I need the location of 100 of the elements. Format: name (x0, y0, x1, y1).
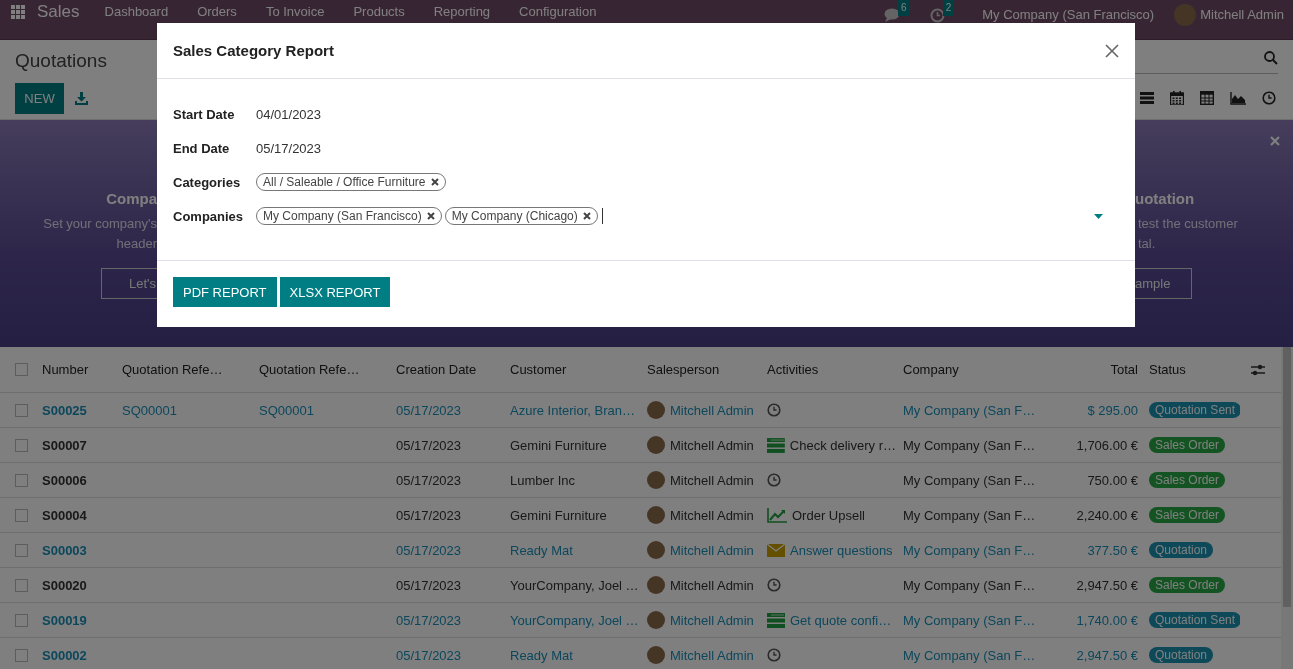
user-name[interactable]: Mitchell Admin (1200, 7, 1284, 23)
chat-icon[interactable] (884, 8, 901, 22)
table-cell-text: Gemini Furniture (509, 507, 608, 523)
salesperson-name: Mitchell Admin (670, 472, 754, 488)
table-cell-text: YourCompany, Joel … (509, 612, 640, 628)
column-header[interactable]: Salesperson (640, 362, 760, 377)
checkbox[interactable] (15, 543, 28, 557)
date-field[interactable]: 04/01/2023 (256, 106, 322, 122)
report-button[interactable]: XLSX REPORT (279, 277, 391, 307)
search-icon[interactable] (1264, 51, 1278, 65)
column-header[interactable]: Customer (503, 362, 640, 377)
clock-icon[interactable] (767, 403, 781, 417)
download-icon[interactable] (75, 92, 88, 105)
report-button[interactable]: PDF REPORT (173, 277, 277, 307)
area-chart-icon[interactable] (1230, 91, 1246, 105)
date-field[interactable]: 05/17/2023 (256, 140, 322, 156)
avatar (647, 401, 665, 419)
trend-chart-icon[interactable] (767, 507, 787, 523)
table-cell-text: My Company (San F… (902, 542, 1037, 558)
stacked-bars-icon[interactable] (767, 612, 785, 628)
avatar (647, 611, 665, 629)
caret-icon[interactable] (1094, 213, 1103, 219)
salesperson-name: Mitchell Admin (670, 507, 754, 523)
remove-icon[interactable] (582, 212, 591, 220)
tags-field[interactable]: My Company (San Francisco) My Company (Chicago) (256, 207, 1119, 225)
avatar (647, 646, 665, 664)
menu-item[interactable]: Configuration (519, 4, 597, 20)
app-name[interactable]: Sales (37, 4, 80, 20)
table-cell-text: Azure Interior, Bran… (509, 402, 636, 418)
calendar-icon[interactable] (1170, 91, 1184, 105)
table-cell-text: 05/17/2023 (395, 437, 463, 453)
menu-item[interactable]: Dashboard (104, 4, 169, 20)
checkbox[interactable] (15, 578, 28, 592)
column-header[interactable]: Number (35, 362, 115, 377)
column-header[interactable]: Company (896, 362, 1040, 377)
table-cell-text: SQ00001 (258, 402, 315, 418)
close-icon[interactable] (1105, 43, 1119, 58)
banner-text: tal. (1137, 236, 1156, 253)
activity-summary[interactable]: Answer questions (790, 542, 893, 558)
table-cell-text: S00019 (41, 612, 88, 628)
table-grid-icon[interactable] (1200, 91, 1214, 105)
table-cell-text: S00004 (41, 507, 88, 523)
status-badge: Quotation (1149, 647, 1214, 663)
field-label: End Date (173, 140, 231, 156)
count-badge: 6 (898, 0, 910, 16)
column-header[interactable]: Creation Date (389, 362, 503, 377)
new-button[interactable]: NEW (15, 83, 64, 114)
column-header[interactable]: Activities (760, 362, 896, 377)
table-cell-text: S00020 (41, 577, 88, 593)
table-cell-text: My Company (San F… (902, 507, 1037, 523)
banner-text: Set your company's (43, 216, 157, 233)
column-header[interactable]: Quotation Refe… (115, 362, 252, 377)
column-header[interactable]: Quotation Refe… (252, 362, 389, 377)
checkbox[interactable] (15, 363, 28, 376)
activity-summary[interactable]: Order Upsell (792, 507, 865, 523)
sliders-icon[interactable] (1251, 363, 1265, 376)
table-cell-text: Lumber Inc (509, 472, 577, 488)
remove-icon[interactable] (426, 212, 435, 220)
clock-icon[interactable] (1262, 91, 1276, 105)
clock-icon[interactable] (767, 648, 781, 662)
table-cell-text: 750.00 € (1086, 472, 1139, 488)
checkbox[interactable] (15, 403, 28, 417)
scrollbar[interactable] (1281, 347, 1293, 669)
status-badge: Quotation Sent (1149, 402, 1240, 418)
checkbox[interactable] (15, 508, 28, 522)
salesperson-name: Mitchell Admin (670, 437, 754, 453)
tag-label: My Company (San Francisco) (263, 209, 422, 223)
menu-item[interactable]: Orders (197, 4, 237, 20)
apps-grid-icon[interactable] (11, 5, 25, 19)
field-label: Companies (173, 208, 245, 224)
activity-summary[interactable]: Check delivery r… (789, 437, 896, 453)
salesperson-name: Mitchell Admin (670, 612, 754, 628)
checkbox[interactable] (15, 613, 28, 627)
clock-icon[interactable] (767, 578, 781, 592)
clock-icon[interactable] (767, 473, 781, 487)
table-cell-text: My Company (San F… (902, 612, 1037, 628)
list-view-icon[interactable] (1140, 92, 1154, 104)
table-cell-text: My Company (San F… (902, 402, 1037, 418)
salesperson-name: Mitchell Admin (670, 577, 754, 593)
status-badge: Sales Order (1149, 507, 1226, 523)
avatar (647, 541, 665, 559)
table-cell-text: S00007 (41, 437, 88, 453)
menu-item[interactable]: To Invoice (265, 4, 325, 20)
table-cell-text: 2,947.50 € (1075, 577, 1139, 593)
envelope-icon[interactable] (767, 543, 785, 557)
table-cell-text: S00002 (41, 647, 88, 663)
stacked-bars-icon[interactable] (767, 437, 785, 453)
checkbox[interactable] (15, 473, 28, 487)
column-header[interactable]: Total (1040, 362, 1142, 377)
dialog-title: Sales Category Report (173, 42, 334, 59)
table-cell-text: My Company (San F… (902, 577, 1037, 593)
activity-summary[interactable]: Get quote confi… (790, 612, 892, 628)
remove-icon[interactable] (430, 178, 439, 186)
menu-item[interactable]: Reporting (433, 4, 491, 20)
company-switcher[interactable]: My Company (San Francisco) (982, 7, 1155, 23)
column-header[interactable]: Status (1142, 362, 1240, 377)
page-title: Quotations (15, 50, 107, 72)
checkbox[interactable] (15, 438, 28, 452)
menu-item[interactable]: Products (353, 4, 405, 20)
checkbox[interactable] (15, 648, 28, 662)
